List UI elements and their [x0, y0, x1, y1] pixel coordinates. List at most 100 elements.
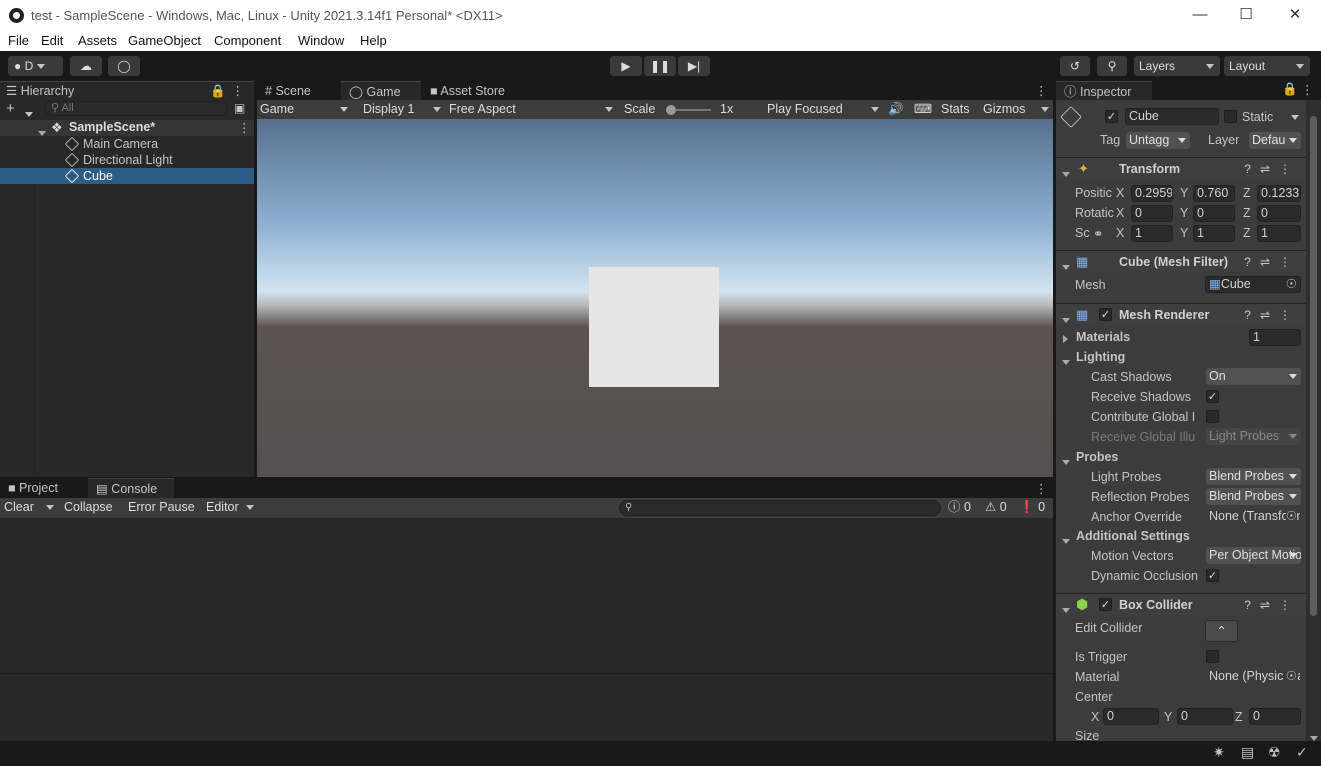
foldout-arrow-icon[interactable]: [1062, 354, 1070, 368]
foldout-arrow-icon[interactable]: [1062, 533, 1070, 547]
component-header-icons[interactable]: ?⇌⋮: [1244, 308, 1300, 322]
game-mode-dropdown[interactable]: Game: [260, 100, 350, 118]
dynamic-occlusion-checkbox[interactable]: ✓: [1206, 569, 1219, 582]
cloud-button[interactable]: ☁: [70, 56, 102, 76]
materials-count-field[interactable]: 1: [1249, 329, 1301, 346]
error-pause-button[interactable]: Error Pause: [128, 498, 200, 516]
keyboard-icon[interactable]: ⌨: [914, 100, 932, 118]
layer-dropdown[interactable]: Defau: [1249, 132, 1301, 149]
aspect-dropdown[interactable]: Free Aspect: [449, 100, 613, 118]
constrain-link-icon[interactable]: ⚭: [1093, 226, 1103, 241]
play-button[interactable]: ▶: [610, 56, 642, 76]
list-item-selected[interactable]: Cube: [0, 168, 254, 184]
foldout-arrow-icon[interactable]: [1062, 454, 1070, 468]
lock-icon[interactable]: 🔒: [1282, 82, 1298, 97]
foldout-arrow-icon[interactable]: [1063, 332, 1068, 346]
chevron-down-icon[interactable]: [1291, 115, 1299, 120]
mesh-renderer-header[interactable]: ▦ ✓ Mesh Renderer ?⇌⋮: [1056, 303, 1306, 325]
pause-button[interactable]: ❚❚: [644, 56, 676, 76]
add-icon[interactable]: +: [6, 100, 15, 117]
display-dropdown[interactable]: Display 1: [363, 100, 441, 118]
anchor-override-field[interactable]: None (Transform) ☉: [1205, 508, 1301, 525]
menu-file[interactable]: File: [8, 33, 29, 48]
enabled-checkbox[interactable]: ✓: [1099, 308, 1112, 321]
console-search-input[interactable]: ⚲: [619, 500, 941, 516]
scene-picker-icon[interactable]: ▣: [234, 101, 245, 115]
foldout-arrow-icon[interactable]: [1062, 312, 1070, 326]
mesh-object-field[interactable]: ▦Cube ☉: [1205, 276, 1301, 293]
object-picker-icon[interactable]: ☉: [1285, 509, 1297, 524]
position-y-field[interactable]: 0.760: [1193, 185, 1235, 202]
menu-component[interactable]: Component: [214, 33, 281, 48]
tab-asset-store[interactable]: ■ Asset Store: [422, 81, 527, 100]
console-log-area[interactable]: [0, 518, 1053, 673]
kebab-menu-icon[interactable]: ⋮: [238, 120, 251, 135]
kebab-menu-icon[interactable]: ⋮: [1035, 481, 1048, 496]
object-name-field[interactable]: Cube: [1125, 108, 1219, 125]
debug-icon[interactable]: ✷: [1213, 744, 1225, 761]
position-z-field[interactable]: 0.1233: [1257, 185, 1301, 202]
rotation-z-field[interactable]: 0: [1257, 205, 1301, 222]
layout-dropdown[interactable]: Layout: [1224, 56, 1310, 76]
menu-window[interactable]: Window: [298, 33, 344, 48]
transform-header[interactable]: ✦ Transform ?⇌⋮: [1056, 157, 1306, 179]
scale-x-field[interactable]: 1: [1131, 225, 1173, 242]
error-count-button[interactable]: ❗ 0: [1019, 498, 1051, 516]
center-y-field[interactable]: 0: [1177, 708, 1233, 725]
tab-inspector[interactable]: ⓘ Inspector: [1056, 81, 1152, 100]
physic-material-field[interactable]: None (Physic Material)☉: [1205, 668, 1301, 685]
search-button[interactable]: ⚲: [1097, 56, 1127, 76]
mesh-filter-header[interactable]: ▦ Cube (Mesh Filter) ?⇌⋮: [1056, 250, 1306, 272]
status-check-icon[interactable]: ✓: [1296, 744, 1308, 761]
box-collider-header[interactable]: ⬢ ✓ Box Collider ?⇌⋮: [1056, 593, 1306, 615]
editor-dropdown[interactable]: Editor: [206, 498, 256, 516]
kebab-menu-icon[interactable]: ⋮: [1035, 83, 1048, 98]
minimize-button[interactable]: —: [1185, 4, 1215, 26]
gizmos-dropdown[interactable]: Gizmos: [983, 100, 1049, 118]
motion-vectors-dropdown[interactable]: Per Object Motion: [1206, 547, 1301, 564]
position-x-field[interactable]: 0.2959: [1131, 185, 1173, 202]
history-button[interactable]: ↺: [1060, 56, 1090, 76]
tab-game[interactable]: ◯ Game: [341, 81, 421, 100]
warning-count-button[interactable]: ⚠ 0: [985, 498, 1015, 516]
close-button[interactable]: ✕: [1280, 4, 1310, 26]
light-probes-dropdown[interactable]: Blend Probes: [1206, 468, 1301, 485]
collab-button[interactable]: ◯: [108, 56, 140, 76]
cast-shadows-dropdown[interactable]: On: [1206, 368, 1301, 385]
foldout-arrow-icon[interactable]: [1062, 166, 1070, 180]
slider-handle[interactable]: [666, 105, 676, 115]
maximize-button[interactable]: ☐: [1231, 4, 1261, 26]
stats-button[interactable]: Stats: [941, 100, 975, 118]
scene-row[interactable]: ❖ SampleScene* ⋮: [0, 120, 254, 136]
foldout-arrow-icon[interactable]: [1062, 602, 1070, 616]
collapse-button[interactable]: Collapse: [64, 498, 120, 516]
scrollbar-thumb[interactable]: [1310, 116, 1317, 616]
receive-shadows-checkbox[interactable]: ✓: [1206, 390, 1219, 403]
mute-audio-icon[interactable]: 🔊: [888, 100, 904, 118]
inspector-scrollbar[interactable]: [1306, 100, 1321, 741]
auto-generate-lighting-icon[interactable]: ☢: [1268, 744, 1281, 761]
hierarchy-search-input[interactable]: ⚲ All: [44, 101, 228, 116]
scale-z-field[interactable]: 1: [1257, 225, 1301, 242]
rotation-y-field[interactable]: 0: [1193, 205, 1235, 222]
scale-y-field[interactable]: 1: [1193, 225, 1235, 242]
tag-dropdown[interactable]: Untagg: [1126, 132, 1190, 149]
tab-scene[interactable]: # Scene: [257, 81, 337, 100]
play-mode-dropdown[interactable]: Play Focused: [767, 100, 879, 118]
foldout-arrow-icon[interactable]: [1062, 259, 1070, 273]
enabled-checkbox[interactable]: ✓: [1099, 598, 1112, 611]
active-checkbox[interactable]: ✓: [1105, 110, 1118, 123]
rotation-x-field[interactable]: 0: [1131, 205, 1173, 222]
layers-dropdown[interactable]: Layers: [1134, 56, 1220, 76]
tab-hierarchy[interactable]: ☰ Hierarchy 🔒 ⋮: [0, 81, 254, 99]
center-z-field[interactable]: 0: [1249, 708, 1301, 725]
menu-edit[interactable]: Edit: [41, 33, 63, 48]
kebab-menu-icon[interactable]: ⋮: [232, 82, 245, 100]
step-button[interactable]: ▶|: [678, 56, 710, 76]
list-item[interactable]: Main Camera: [0, 136, 254, 152]
menu-assets[interactable]: Assets: [78, 33, 117, 48]
component-header-icons[interactable]: ?⇌⋮: [1244, 598, 1300, 612]
reflection-probes-dropdown[interactable]: Blend Probes: [1206, 488, 1301, 505]
cache-server-icon[interactable]: ▤: [1241, 744, 1254, 761]
component-header-icons[interactable]: ?⇌⋮: [1244, 162, 1300, 176]
